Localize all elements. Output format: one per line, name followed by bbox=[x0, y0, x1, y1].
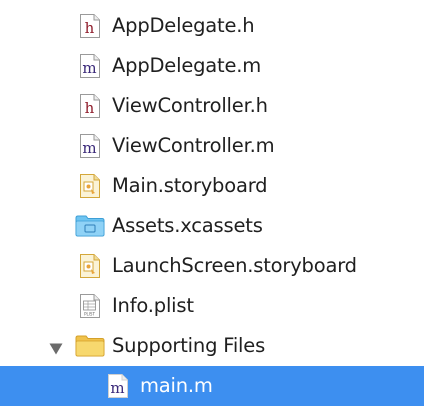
svg-text:m: m bbox=[82, 139, 96, 157]
svg-text:PLIST: PLIST bbox=[84, 312, 95, 317]
file-row-main-storyboard[interactable]: Main.storyboard bbox=[0, 166, 424, 206]
file-label: LaunchScreen.storyboard bbox=[112, 254, 357, 277]
disclosure-triangle-icon[interactable] bbox=[49, 340, 63, 359]
group-row-supporting-files[interactable]: Supporting Files bbox=[0, 326, 424, 366]
file-row-assets[interactable]: Assets.xcassets bbox=[0, 206, 424, 246]
storyboard-file-icon bbox=[79, 253, 101, 283]
file-row-viewcontroller-h[interactable]: h ViewController.h bbox=[0, 86, 424, 126]
file-label: Assets.xcassets bbox=[112, 214, 263, 237]
svg-text:h: h bbox=[85, 99, 95, 117]
file-row-main-m[interactable]: m main.m bbox=[0, 366, 424, 406]
project-navigator: h AppDelegate.h m AppDelegate.m h ViewCo… bbox=[0, 0, 424, 408]
group-label: Supporting Files bbox=[112, 334, 266, 357]
file-row-launchscreen-storyboard[interactable]: LaunchScreen.storyboard bbox=[0, 246, 424, 286]
svg-text:m: m bbox=[82, 59, 96, 77]
file-label: ViewController.m bbox=[112, 134, 275, 157]
file-label: Info.plist bbox=[112, 294, 194, 317]
header-file-icon: h bbox=[79, 13, 101, 43]
file-label: AppDelegate.m bbox=[112, 54, 262, 77]
plist-file-icon: PLIST bbox=[79, 293, 101, 323]
file-row-appdelegate-h[interactable]: h AppDelegate.h bbox=[0, 6, 424, 46]
svg-text:m: m bbox=[110, 379, 124, 397]
group-folder-icon bbox=[75, 335, 105, 361]
implementation-file-icon: m bbox=[107, 373, 129, 403]
storyboard-file-icon bbox=[79, 173, 101, 203]
implementation-file-icon: m bbox=[79, 133, 101, 163]
file-row-appdelegate-m[interactable]: m AppDelegate.m bbox=[0, 46, 424, 86]
file-row-viewcontroller-m[interactable]: m ViewController.m bbox=[0, 126, 424, 166]
file-label: ViewController.h bbox=[112, 94, 268, 117]
implementation-file-icon: m bbox=[79, 53, 101, 83]
file-row-info-plist[interactable]: PLIST Info.plist bbox=[0, 286, 424, 326]
asset-catalog-folder-icon bbox=[75, 215, 105, 241]
file-label: AppDelegate.h bbox=[112, 14, 255, 37]
svg-text:h: h bbox=[85, 19, 95, 37]
header-file-icon: h bbox=[79, 93, 101, 123]
file-label: main.m bbox=[140, 374, 213, 397]
file-label: Main.storyboard bbox=[112, 174, 268, 197]
